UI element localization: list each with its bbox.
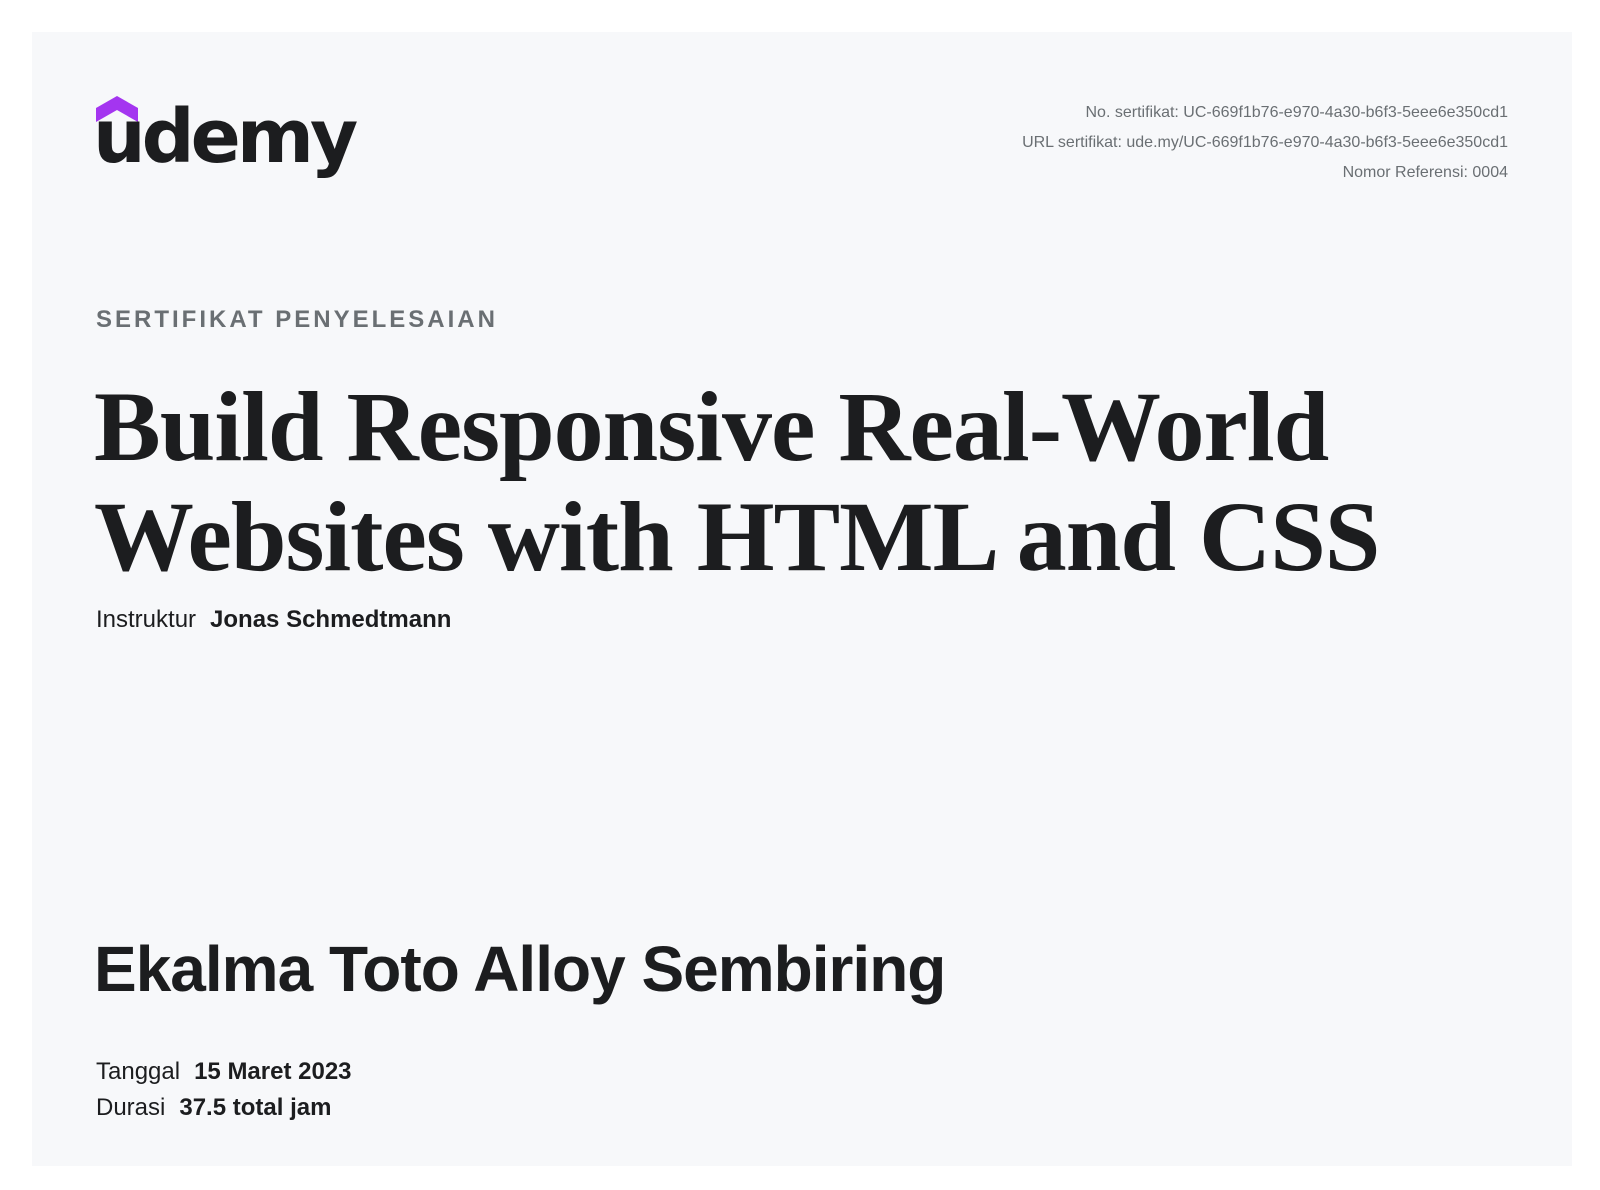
date-label: Tanggal [96,1058,181,1085]
reference-number: Nomor Referensi: 0004 [1342,164,1508,181]
certificate-card: udemy No. sertifikat: UC-669f1b76-e970-4… [32,32,1572,1166]
duration-row: Durasi 37.5 total jam [96,1090,352,1126]
certificate-url[interactable]: URL sertifikat: ude.my/UC-669f1b76-e970-… [1022,128,1508,158]
course-title: Build Responsive Real-World Websites wit… [94,371,1380,592]
instructor-line: Instruktur Jonas Schmedtmann [96,606,451,634]
instructor-name: Jonas Schmedtmann [210,606,452,633]
udemy-logo: udemy [93,94,366,196]
date-value: 15 Maret 2023 [194,1058,352,1085]
instructor-label: Instruktur [96,606,197,633]
duration-value: 37.5 total jam [179,1094,332,1121]
certificate-type-label: SERTIFIKAT PENYELESAIAN [96,306,498,333]
completion-details: Tanggal 15 Maret 2023 Durasi 37.5 total ja… [96,1054,352,1126]
logo-wordmark: udemy [93,94,358,180]
duration-label: Durasi [96,1094,166,1121]
student-name: Ekalma Toto Alloy Sembiring [94,933,946,1005]
certificate-number: No. sertifikat: UC-669f1b76-e970-4a30-b6… [1085,104,1509,121]
date-row: Tanggal 15 Maret 2023 [96,1054,352,1090]
certificate-meta: No. sertifikat: UC-669f1b76-e970-4a30-b6… [1022,98,1508,188]
